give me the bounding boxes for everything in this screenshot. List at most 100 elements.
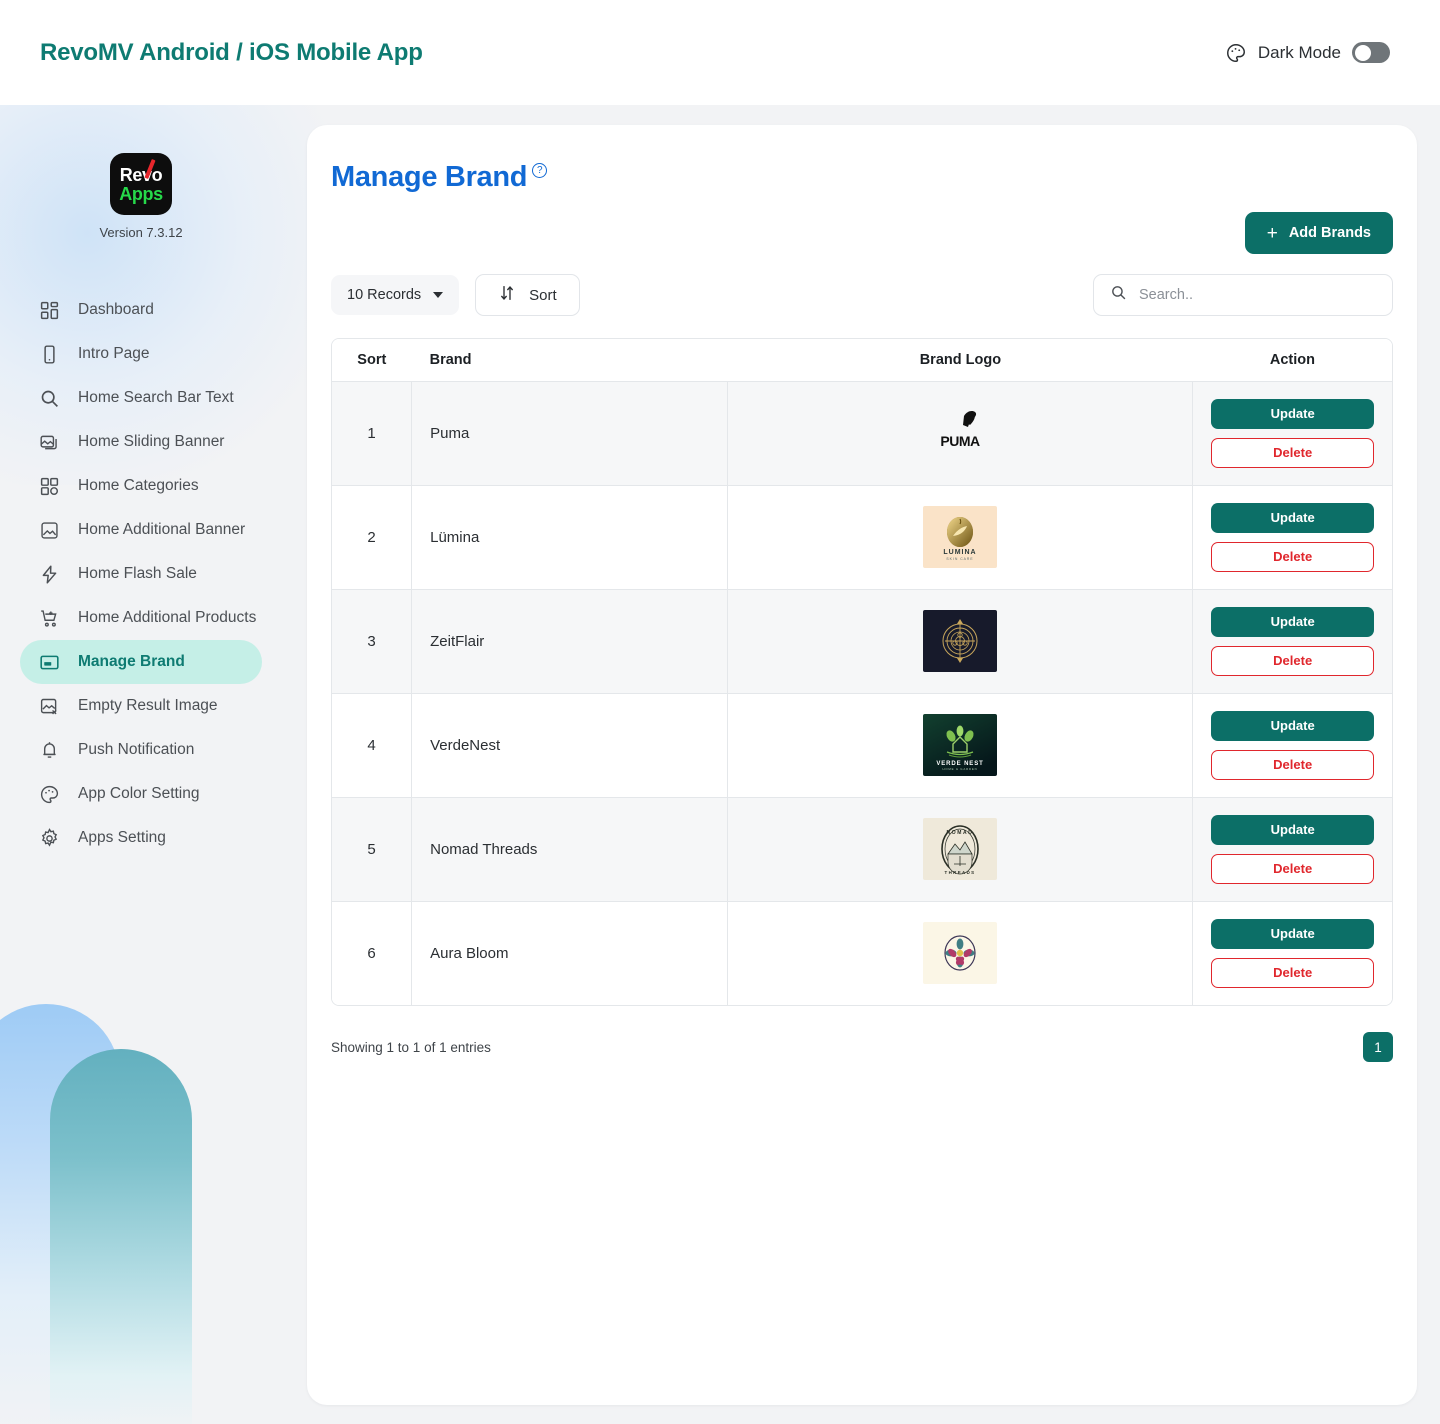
- sidebar-item-app-color-setting[interactable]: App Color Setting: [20, 772, 262, 816]
- table-footer: Showing 1 to 1 of 1 entries 1: [331, 1032, 1393, 1072]
- update-button[interactable]: Update: [1211, 918, 1374, 949]
- page-title: Manage Brand: [331, 161, 528, 193]
- dark-mode-toggle[interactable]: [1352, 42, 1390, 63]
- sidebar-item-apps-setting[interactable]: Apps Setting: [20, 816, 262, 860]
- cell-sort: 3: [332, 589, 413, 694]
- cell-action: Update Delete: [1192, 901, 1392, 1005]
- sidebar-item-home-search-bar-text[interactable]: Home Search Bar Text: [20, 376, 262, 420]
- update-button[interactable]: Update: [1211, 814, 1374, 845]
- cell-action: Update Delete: [1192, 693, 1392, 798]
- sidebar-item-label: Home Additional Products: [78, 609, 257, 626]
- delete-button[interactable]: Delete: [1211, 437, 1374, 468]
- sidebar-item-home-additional-products[interactable]: Home Additional Products: [20, 596, 262, 640]
- sidebar-logo-block: Revo Apps Version 7.3.12: [0, 153, 282, 240]
- delete-button[interactable]: Delete: [1211, 853, 1374, 884]
- sidebar-item-home-categories[interactable]: Home Categories: [20, 464, 262, 508]
- cell-brand: Puma: [411, 381, 729, 486]
- cell-logo: NOMAD THREADS: [727, 797, 1194, 902]
- page-body: Revo Apps Version 7.3.12 Dashboard Intro…: [0, 105, 1440, 1424]
- search-input[interactable]: [1139, 287, 1376, 303]
- brands-table: Sort Brand Brand Logo Action 1 Puma PUMA…: [332, 339, 1392, 1005]
- cell-brand: Lümina: [411, 485, 729, 590]
- add-brands-label: Add Brands: [1288, 225, 1371, 241]
- delete-button[interactable]: Delete: [1211, 957, 1374, 988]
- cell-sort: 1: [332, 381, 413, 486]
- lumina-logo: LUMINA SKIN CARE: [923, 506, 998, 568]
- sidebar-item-label: Intro Page: [78, 345, 150, 362]
- table-row: 2 Lümina LUMINA SKIN CARE Update Delete: [332, 485, 1392, 590]
- delete-button[interactable]: Delete: [1211, 541, 1374, 572]
- image-x-icon: [38, 695, 60, 717]
- cart-plus-icon: [38, 607, 60, 629]
- cell-brand: ZeitFlair: [411, 589, 729, 694]
- palette-icon: [1225, 42, 1247, 64]
- sidebar-item-home-flash-sale[interactable]: Home Flash Sale: [20, 552, 262, 596]
- delete-button[interactable]: Delete: [1211, 749, 1374, 780]
- cell-logo: VERDE NEST HOME & GARDEN: [727, 693, 1194, 798]
- version-label: Version 7.3.12: [99, 225, 183, 240]
- nomad-threads-logo: NOMAD THREADS: [923, 818, 998, 880]
- lightning-icon: [38, 563, 60, 585]
- logo-line-2: Apps: [119, 183, 163, 204]
- plus-icon: +: [1266, 222, 1278, 244]
- cell-sort: 4: [332, 693, 413, 798]
- update-button[interactable]: Update: [1211, 606, 1374, 637]
- svg-text:HOME & GARDEN: HOME & GARDEN: [943, 767, 978, 771]
- delete-button[interactable]: Delete: [1211, 645, 1374, 676]
- update-button[interactable]: Update: [1211, 710, 1374, 741]
- column-header-logo: Brand Logo: [727, 339, 1193, 382]
- add-brands-button[interactable]: + Add Brands: [1244, 212, 1393, 254]
- pagination-page-1[interactable]: 1: [1363, 1032, 1393, 1062]
- verdenest-logo: VERDE NEST HOME & GARDEN: [923, 714, 998, 776]
- sidebar-item-manage-brand[interactable]: Manage Brand: [20, 640, 262, 684]
- cell-logo: [727, 901, 1194, 1005]
- table-head: Sort Brand Brand Logo Action: [332, 339, 1392, 382]
- sort-button[interactable]: Sort: [475, 274, 580, 316]
- sidebar-item-push-notification[interactable]: Push Notification: [20, 728, 262, 772]
- cell-action: Update Delete: [1192, 797, 1392, 902]
- update-button[interactable]: Update: [1211, 398, 1374, 429]
- records-select-value: 10 Records: [347, 287, 422, 303]
- page-title-row: Manage Brand ?: [331, 161, 1393, 194]
- table-row: 4 VerdeNest VERDE NEST HOME & GARDEN Upd…: [332, 693, 1392, 798]
- records-per-page-select[interactable]: 10 Records: [331, 275, 460, 315]
- column-header-sort: Sort: [332, 339, 412, 382]
- svg-text:NOMAD: NOMAD: [947, 830, 974, 836]
- column-header-brand: Brand: [411, 339, 728, 382]
- top-bar: RevoMV Android / iOS Mobile App Dark Mod…: [0, 0, 1440, 105]
- image-icon: [38, 519, 60, 541]
- cell-logo: LUMINA SKIN CARE: [727, 485, 1194, 590]
- app-title: RevoMV Android / iOS Mobile App: [40, 38, 423, 66]
- cell-brand: Nomad Threads: [411, 797, 729, 902]
- dark-mode-control[interactable]: Dark Mode: [1225, 42, 1390, 64]
- sidebar-item-dashboard[interactable]: Dashboard: [20, 288, 262, 332]
- column-header-action: Action: [1192, 339, 1392, 382]
- table-header-row: Sort Brand Brand Logo Action: [332, 339, 1392, 382]
- cell-brand: Aura Bloom: [411, 901, 729, 1005]
- sidebar-item-home-sliding-banner[interactable]: Home Sliding Banner: [20, 420, 262, 464]
- sidebar-item-label: Dashboard: [78, 301, 154, 318]
- sidebar-item-label: Empty Result Image: [78, 697, 218, 714]
- help-icon[interactable]: ?: [532, 163, 548, 178]
- sidebar-item-label: Home Additional Banner: [78, 521, 246, 538]
- cell-action: Update Delete: [1192, 381, 1392, 486]
- app-logo-icon: Revo Apps: [110, 153, 172, 215]
- toolbar-left-group: 10 Records Sort: [331, 274, 580, 316]
- add-brands-row: + Add Brands: [331, 212, 1393, 254]
- logo-line-1: Revo: [119, 164, 163, 185]
- sidebar-item-home-additional-banner[interactable]: Home Additional Banner: [20, 508, 262, 552]
- dark-mode-label: Dark Mode: [1257, 42, 1341, 62]
- sidebar-item-intro-page[interactable]: Intro Page: [20, 332, 262, 376]
- cell-action: Update Delete: [1192, 589, 1392, 694]
- brands-table-wrapper: Sort Brand Brand Logo Action 1 Puma PUMA…: [331, 338, 1393, 1006]
- table-row: 1 Puma PUMA Update Delete: [332, 381, 1392, 486]
- images-icon: [38, 431, 60, 453]
- search-box[interactable]: [1093, 274, 1393, 316]
- update-button[interactable]: Update: [1211, 502, 1374, 533]
- palette-icon: [38, 783, 60, 805]
- cell-sort: 2: [332, 485, 413, 590]
- svg-text:PUMA: PUMA: [941, 433, 981, 449]
- cell-brand: VerdeNest: [411, 693, 729, 798]
- sidebar-item-empty-result-image[interactable]: Empty Result Image: [20, 684, 262, 728]
- mobile-icon: [38, 343, 60, 365]
